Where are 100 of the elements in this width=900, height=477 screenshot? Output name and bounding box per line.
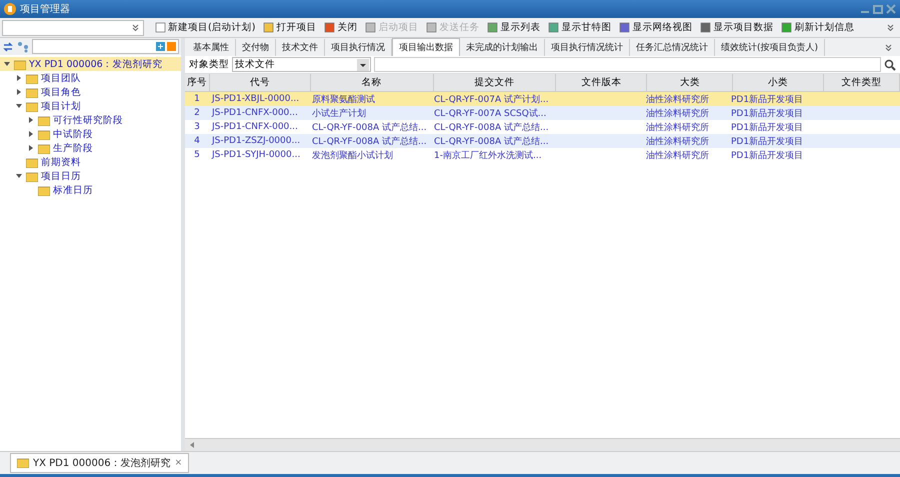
toolbar-icon [365,22,376,33]
folder-icon [17,458,29,468]
column-header[interactable]: 文件版本 [556,74,648,91]
expander-icon[interactable] [28,145,35,151]
table-cell-text: 油性涂料研究所 [646,150,709,162]
tree-item[interactable]: 项目团队 [0,71,181,85]
toolbar-icon [700,22,712,33]
column-header[interactable]: 名称 [310,74,434,91]
search-icon[interactable] [884,58,896,70]
tree-item[interactable]: 项目日历 [0,169,181,183]
toolbar-button[interactable]: 打开项目 [260,21,320,34]
table-cell-text: CL-QR-YF-008A 试产总结... [312,136,427,148]
table-cell: 1 [194,94,200,104]
document-tab[interactable]: YX PD1 000006：发泡剂研究 × [10,453,190,473]
toolbar-button[interactable]: 显示项目数据 [697,21,776,34]
tree-item[interactable]: 项目计划 [0,99,181,113]
chevron-icon [132,24,139,31]
table-cell: JS-PD1-CNFX-000... [212,108,298,118]
table-cell: JS-PD1-ZSZJ-0000... [212,136,300,146]
tab[interactable]: 技术文件 [276,39,325,56]
tree-item[interactable]: 项目角色 [0,85,181,99]
tab[interactable]: 未完成的计划输出 [460,39,545,56]
expander-icon[interactable] [16,173,23,179]
expander-icon[interactable] [28,131,35,137]
app-logo-icon [4,3,16,15]
tab[interactable]: 绩效统计(按项目负责人) [715,39,826,56]
toolbar-icon [155,22,166,33]
column-header[interactable]: 小类 [733,74,824,91]
tab[interactable]: 基本属性 [187,39,236,56]
toolbar-button[interactable]: 刷新计划信息 [778,21,858,34]
toolbar-icon [263,22,274,33]
plus-icon[interactable] [156,42,165,51]
tree-item[interactable]: 前期资料 [0,155,181,169]
toolbar-button[interactable]: 显示甘特图 [545,21,614,34]
toolbar-button[interactable]: 显示列表 [484,21,544,34]
tab[interactable]: 项目执行情况统计 [545,39,630,56]
object-type-dropdown[interactable]: 技术文件 [232,57,371,72]
table-cell-text: 油性涂料研究所 [646,136,709,148]
table-cell: 2 [194,108,200,118]
more-icon[interactable] [885,44,892,51]
folder-icon [38,184,50,196]
table-cell-text: CL-QR-YF-007A SCSQ试... [434,108,546,120]
column-header[interactable]: 文件类型 [824,74,900,91]
expander-icon[interactable] [16,89,23,95]
tree-item[interactable]: 标准日历 [0,183,181,197]
expander-icon[interactable] [28,117,35,123]
tab[interactable]: 交付物 [236,39,276,56]
column-header[interactable]: 大类 [647,74,734,91]
table-row[interactable]: 3 JS-PD1-CNFX-000... CL-QR-YF-008A 试产总结... CL-QR-YF-008A 试产总结... 油性涂料研究所 PD1新品开发项目 [185,120,900,134]
table-cell: JS-PD1-XBJL-0000... [212,94,300,104]
toolbar-icon [487,22,498,33]
folder-icon [38,128,50,140]
table-row[interactable]: 5 JS-PD1-SYJH-0000... 发泡剂聚酯小试计划 1-南京工厂红外水洗测试... 油性涂料研究所 PD1新品开发项目 [185,148,900,162]
table-row[interactable]: 2 JS-PD1-CNFX-000... 小试生产计划 CL-QR-YF-007A SCSQ试... 油性涂料研究所 PD1新品开发项目 [185,106,900,120]
folder-icon [26,170,38,182]
more-icon[interactable] [887,24,894,31]
toolbar-button[interactable]: 显示网络视图 [616,21,696,34]
tree-item[interactable]: 中试阶段 [0,127,181,141]
tree-item[interactable]: 生产阶段 [0,141,181,155]
scroll-left-icon[interactable] [189,442,195,448]
table-cell: 3 [194,122,200,132]
tab[interactable]: 项目输出数据 [392,38,460,56]
table-cell: 5 [194,150,200,160]
folder-icon [26,100,38,112]
search-field[interactable] [374,57,881,72]
expander-icon[interactable] [16,103,23,109]
table-cell-text: 油性涂料研究所 [646,94,709,106]
toolbar-button[interactable]: 关闭 [321,21,360,34]
filter-label: 对象类型 [189,58,229,71]
table-cell-text: PD1新品开发项目 [731,150,804,162]
column-header[interactable]: 序号 [185,74,210,91]
table-cell-text: CL-QR-YF-007A 试产计划... [434,94,549,106]
folder-icon [14,58,26,70]
folder-icon [38,114,50,126]
hierarchy-icon[interactable] [17,40,29,52]
table-cell-text: 发泡剂聚酯小试计划 [312,150,393,162]
table-cell: JS-PD1-CNFX-000... [212,122,298,132]
toolbar-icon [548,22,560,33]
tab[interactable]: 任务汇总情况统计 [630,39,715,56]
refresh-icon[interactable] [2,40,14,52]
horizontal-scrollbar[interactable] [185,438,900,451]
table-cell-text: 油性涂料研究所 [646,122,709,134]
column-header[interactable]: 代号 [210,74,311,91]
search-field[interactable] [32,39,179,54]
table-cell-text: CL-QR-YF-008A 试产总结... [312,122,427,134]
close-icon[interactable]: × [174,458,182,468]
table-cell-text: PD1新品开发项目 [731,94,804,106]
table-cell: JS-PD1-SYJH-0000... [212,150,300,160]
column-header[interactable]: 提交文件 [434,74,556,91]
expander-icon[interactable] [16,75,23,81]
tree-item[interactable]: 可行性研究阶段 [0,113,181,127]
table-cell: 4 [194,136,200,146]
tree-item[interactable]: YX PD1 000006：发泡剂研究 [0,57,181,71]
table-cell-text: 小试生产计划 [312,108,366,120]
expander-icon[interactable] [4,61,11,67]
table-row[interactable]: 1 JS-PD1-XBJL-0000... 原料聚氨酯测试 CL-QR-YF-007A 试产计划... 油性涂料研究所 PD1新品开发项目 [185,92,900,106]
toolbar-button[interactable]: 新建项目(启动计划) [152,21,258,34]
table-row[interactable]: 4 JS-PD1-ZSZJ-0000... CL-QR-YF-008A 试产总结... CL-QR-YF-008A 试产总结... 油性涂料研究所 PD1新品开发项目 [185,134,900,148]
table-cell-text: 油性涂料研究所 [646,108,709,120]
folder-icon [26,86,38,98]
